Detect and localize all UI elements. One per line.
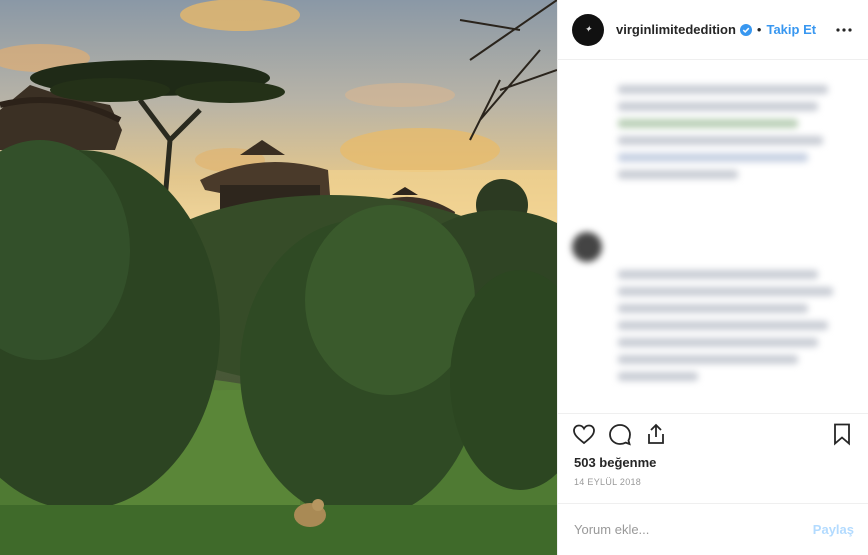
post-photo[interactable]: [0, 0, 557, 555]
comment-input[interactable]: [572, 521, 813, 538]
username-link[interactable]: virginlimitededition: [616, 22, 736, 37]
avatar[interactable]: ✦: [572, 13, 604, 46]
likes-count[interactable]: 503 beğenme: [558, 453, 868, 477]
post-date: 14 EYLÜL 2018: [574, 477, 642, 487]
instagram-post: ✦ virginlimitededition • Takip Et 503 be…: [0, 0, 868, 555]
share-icon[interactable]: [644, 422, 668, 446]
more-options-icon[interactable]: [834, 20, 854, 40]
brand-logo-icon: ✦: [584, 24, 592, 35]
separator-dot: •: [756, 22, 762, 37]
blurred-comment-avatar: [572, 232, 602, 262]
bookmark-icon[interactable]: [830, 422, 854, 446]
verified-badge-icon: [739, 23, 752, 36]
post-actions: [558, 413, 868, 453]
follow-button[interactable]: Takip Et: [766, 22, 816, 37]
comment-icon[interactable]: [608, 422, 632, 446]
heart-icon[interactable]: [572, 422, 596, 446]
comments-area: [558, 60, 868, 413]
blurred-caption: [618, 85, 838, 187]
post-details-panel: ✦ virginlimitededition • Takip Et 503 be…: [557, 0, 868, 555]
post-header: ✦ virginlimitededition • Takip Et: [558, 0, 868, 60]
blurred-comment: [618, 270, 843, 389]
add-comment-bar: Paylaş: [558, 503, 868, 555]
safari-lodge-landscape-image: [0, 0, 557, 555]
post-comment-button[interactable]: Paylaş: [813, 522, 854, 537]
